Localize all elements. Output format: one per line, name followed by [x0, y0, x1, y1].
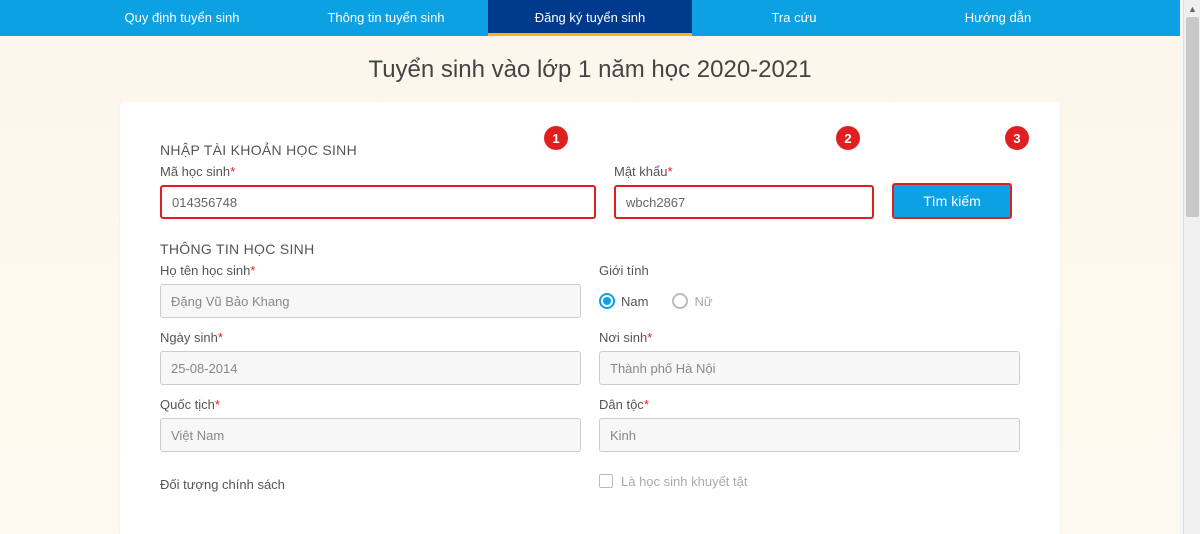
annotation-badge-2: 2 — [836, 126, 860, 150]
fullname-label: Họ tên học sinh* — [160, 263, 581, 278]
policy-label: Đối tượng chính sách — [160, 477, 581, 492]
scroll-up-icon[interactable]: ▲ — [1184, 0, 1200, 17]
nav-huong-dan[interactable]: Hướng dẫn — [896, 0, 1100, 36]
nav-dang-ky[interactable]: Đăng ký tuyển sinh — [488, 0, 692, 36]
dob-label: Ngày sinh* — [160, 330, 581, 345]
student-code-label: Mã học sinh* — [160, 164, 596, 179]
password-label: Mật khẩu* — [614, 164, 874, 179]
annotation-badge-3: 3 — [1005, 126, 1029, 150]
gender-female-radio[interactable]: Nữ — [672, 293, 712, 309]
nationality-label: Quốc tịch* — [160, 397, 581, 412]
scrollbar-thumb[interactable] — [1186, 17, 1199, 217]
gender-label: Giới tính — [599, 263, 1020, 278]
student-code-input[interactable] — [160, 185, 596, 219]
birthplace-label: Nơi sinh* — [599, 330, 1020, 345]
account-heading: NHẬP TÀI KHOẢN HỌC SINH — [160, 142, 1020, 158]
search-button[interactable]: Tìm kiếm — [892, 183, 1012, 219]
disabled-label: Là học sinh khuyết tật — [621, 474, 747, 489]
birthplace-input[interactable] — [599, 351, 1020, 385]
student-info-heading: THÔNG TIN HỌC SINH — [160, 241, 1020, 257]
nationality-input[interactable] — [160, 418, 581, 452]
scrollbar-track[interactable]: ▲ — [1183, 0, 1200, 534]
gender-male-radio[interactable]: Nam — [599, 293, 648, 309]
annotation-badge-1: 1 — [544, 126, 568, 150]
top-nav: Quy định tuyển sinh Thông tin tuyển sinh… — [0, 0, 1180, 36]
ethnicity-input[interactable] — [599, 418, 1020, 452]
fullname-input[interactable] — [160, 284, 581, 318]
disabled-checkbox[interactable] — [599, 474, 613, 488]
nav-thong-tin[interactable]: Thông tin tuyển sinh — [284, 0, 488, 36]
form-panel: 1 2 3 NHẬP TÀI KHOẢN HỌC SINH Mã học sin… — [120, 102, 1060, 534]
dob-input[interactable] — [160, 351, 581, 385]
page-title: Tuyển sinh vào lớp 1 năm học 2020-2021 — [0, 56, 1180, 84]
ethnicity-label: Dân tộc* — [599, 397, 1020, 412]
nav-tra-cuu[interactable]: Tra cứu — [692, 0, 896, 36]
password-input[interactable] — [614, 185, 874, 219]
nav-quy-dinh[interactable]: Quy định tuyển sinh — [80, 0, 284, 36]
